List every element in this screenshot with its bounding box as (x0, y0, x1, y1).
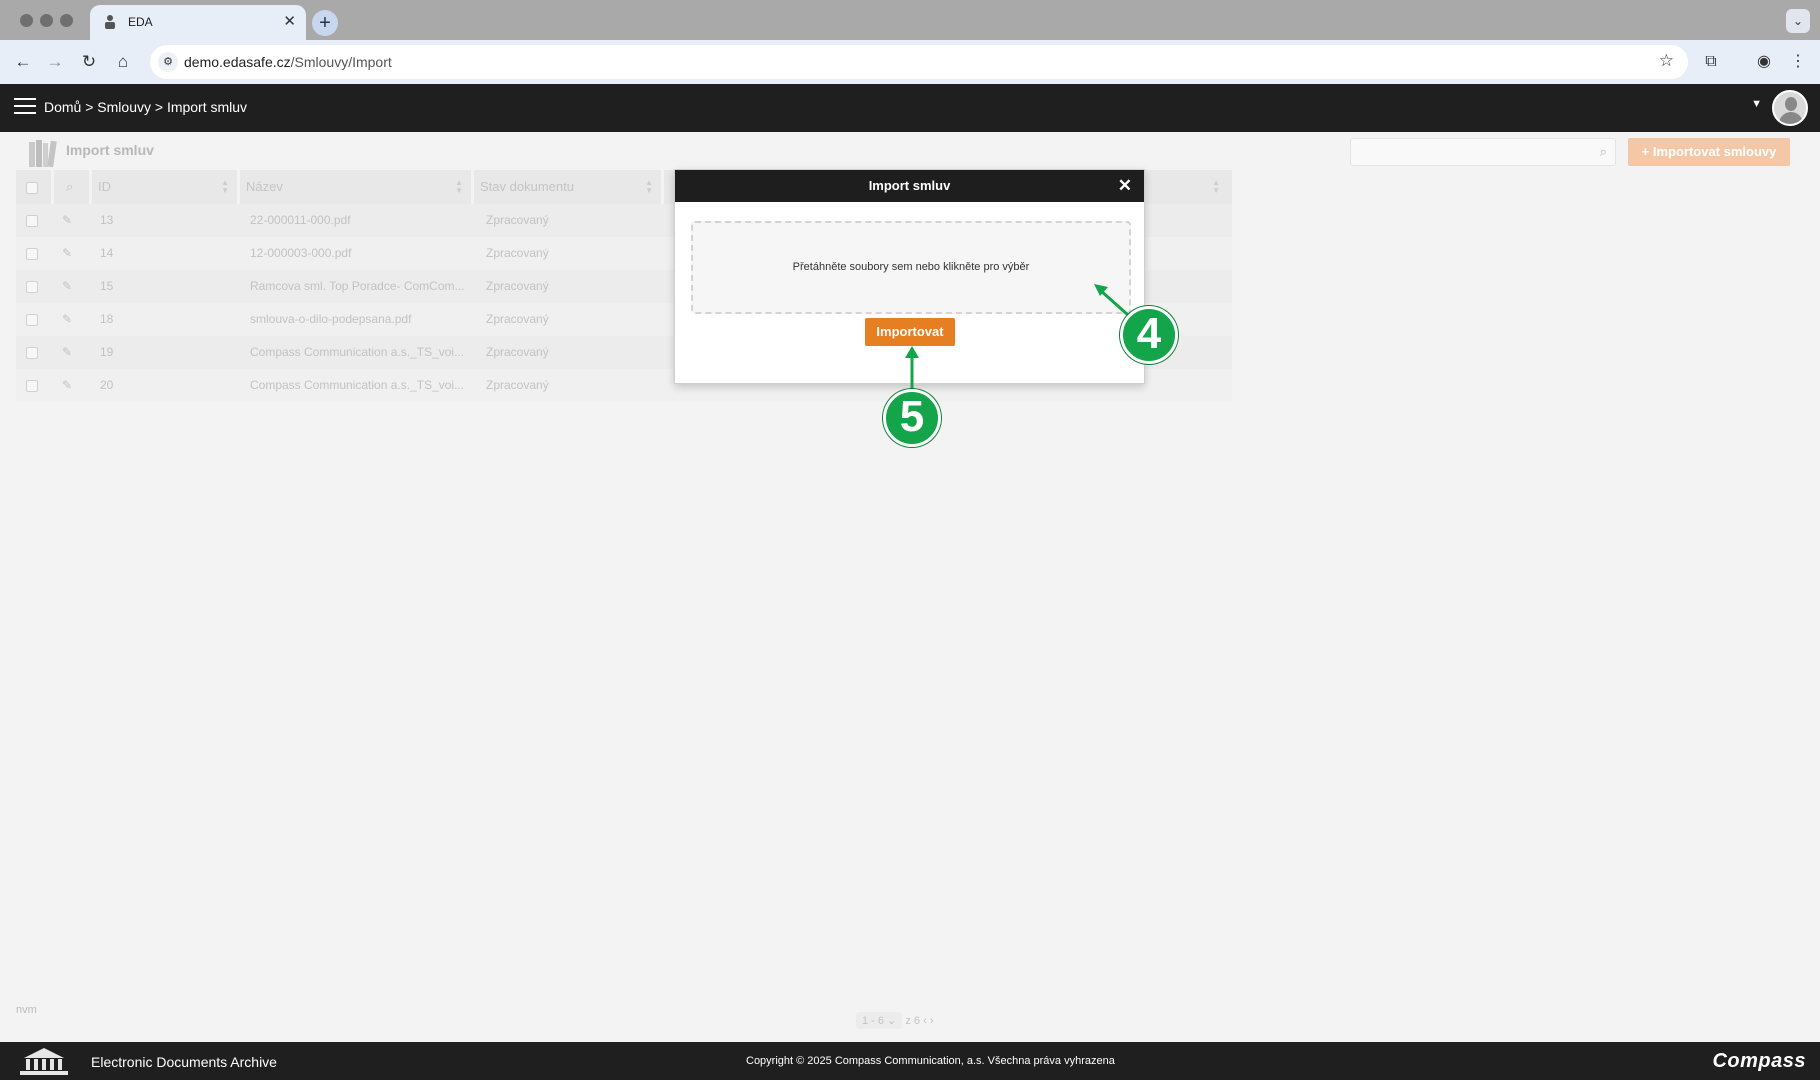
import-button[interactable]: Importovat (865, 318, 955, 346)
import-modal: Import smluv ✕ Přetáhněte soubory sem ne… (674, 169, 1145, 384)
modal-close-icon[interactable]: ✕ (1118, 170, 1132, 202)
step-5-callout: 5 (883, 389, 941, 447)
browser-toolbar: ← → ↻ ⌂ ⚙ demo.edasafe.cz/Smlouvy/Import… (0, 40, 1820, 84)
modal-header: Import smluv ✕ (675, 170, 1144, 202)
forward-arrow-icon[interactable]: → (42, 49, 68, 75)
breadcrumb[interactable]: Domů > Smlouvy > Import smluv (44, 99, 247, 115)
prev-page-chevron-icon[interactable]: ‹ (923, 1015, 927, 1027)
footer-copyright: Copyright © 2025 Compass Communication, … (746, 1055, 1115, 1067)
row-checkbox[interactable] (26, 336, 38, 369)
bookmark-star-icon[interactable]: ☆ (1659, 51, 1674, 71)
next-page-chevron-icon[interactable]: › (930, 1015, 934, 1027)
page-total: z 6 (905, 1015, 921, 1027)
search-input[interactable]: ⌕ (1350, 138, 1616, 166)
file-dropzone[interactable]: Přetáhněte soubory sem nebo klikněte pro… (691, 221, 1131, 314)
extensions-puzzle-icon[interactable]: ⧉ (1697, 48, 1725, 76)
search-icon[interactable]: ⌕ (1600, 144, 1607, 160)
home-icon[interactable]: ⌂ (110, 49, 136, 75)
back-arrow-icon[interactable]: ← (10, 49, 36, 75)
user-avatar[interactable] (1772, 90, 1808, 126)
site-settings-icon[interactable]: ⚙ (158, 52, 178, 72)
row-checkbox[interactable] (26, 303, 38, 336)
row-id: 18 (100, 312, 114, 326)
reload-icon[interactable]: ↻ (76, 49, 102, 75)
row-id: 13 (100, 213, 114, 227)
import-contracts-button[interactable]: + Importovat smlouvy (1628, 138, 1790, 166)
tab-close-icon[interactable]: ✕ (283, 12, 296, 30)
row-name: smlouva-o-dilo-podepsana.pdf (250, 312, 412, 326)
row-id: 19 (100, 345, 114, 359)
hamburger-menu-icon[interactable] (14, 98, 36, 116)
row-name: 22-000011-000.pdf (250, 213, 351, 227)
address-url[interactable]: demo.edasafe.cz/Smlouvy/Import (184, 54, 392, 70)
tab-list-chevron-icon[interactable]: ⌄ (1786, 9, 1810, 33)
browser-menu-icon[interactable]: ⋮ (1784, 48, 1812, 76)
row-checkbox[interactable] (26, 237, 38, 270)
edit-pencil-icon[interactable]: ✎ (62, 303, 72, 336)
modal-title: Import smluv (868, 178, 951, 193)
row-status: Zpracovaný (486, 279, 549, 293)
window-minimize-dot[interactable] (40, 14, 53, 27)
url-path: /Smlouvy/Import (290, 54, 392, 70)
footer-note: nvm (16, 1004, 37, 1016)
page-title: Import smluv (66, 142, 154, 158)
edit-pencil-icon[interactable]: ✎ (62, 336, 72, 369)
column-header-name[interactable]: Název ▲ ▼ (240, 170, 474, 204)
row-name: Compass Communication a.s._TS_voi... (250, 378, 465, 392)
new-tab-button[interactable]: + (312, 10, 338, 36)
browser-tab-bar: EDA ✕ + ⌄ (0, 0, 1820, 40)
footer-app-name: Electronic Documents Archive (91, 1054, 277, 1070)
pagination: 1 - 6 ⌄ z 6 ‹ › (856, 1012, 934, 1029)
row-checkbox[interactable] (26, 204, 38, 237)
row-checkbox[interactable] (26, 369, 38, 402)
edit-pencil-icon[interactable]: ✎ (62, 270, 72, 303)
user-menu-caret-icon[interactable]: ▼ (1751, 98, 1762, 110)
tab-title: EDA (128, 15, 153, 29)
column-header-id[interactable]: ID ▲ ▼ (92, 170, 240, 204)
profile-icon[interactable]: ◉ (1750, 48, 1778, 76)
row-status: Zpracovaný (486, 213, 549, 227)
edit-pencil-icon[interactable]: ✎ (62, 204, 72, 237)
row-name: Ramcova sml. Top Poradce- ComCom... (250, 279, 465, 293)
compass-brand-logo: Compass (1712, 1050, 1806, 1072)
app-footer: Electronic Documents Archive Copyright ©… (0, 1042, 1820, 1080)
url-domain: demo.edasafe.cz (184, 54, 291, 70)
row-status: Zpracovaný (486, 378, 549, 392)
archive-building-logo-icon (20, 1048, 68, 1075)
row-id: 14 (100, 246, 114, 260)
select-all-checkbox[interactable] (16, 170, 54, 204)
browser-tab[interactable]: EDA ✕ (90, 5, 306, 40)
row-id: 15 (100, 279, 114, 293)
address-bar[interactable]: ⚙ demo.edasafe.cz/Smlouvy/Import ☆ (150, 45, 1688, 79)
header-search-icon[interactable]: ⌕ (54, 170, 92, 204)
archive-books-icon (29, 140, 57, 168)
window-close-dot[interactable] (20, 14, 33, 27)
step-4-callout: 4 (1120, 306, 1178, 364)
app-header: Domů > Smlouvy > Import smluv ▼ (0, 84, 1820, 132)
column-header-status[interactable]: Stav dokumentu ▲ ▼ (474, 170, 664, 204)
edit-pencil-icon[interactable]: ✎ (62, 237, 72, 270)
row-status: Zpracovaný (486, 345, 549, 359)
eda-favicon-icon (105, 15, 115, 29)
row-status: Zpracovaný (486, 312, 549, 326)
row-status: Zpracovaný (486, 246, 549, 260)
row-name: 12-000003-000.pdf (250, 246, 352, 260)
row-checkbox[interactable] (26, 270, 38, 303)
edit-pencil-icon[interactable]: ✎ (62, 369, 72, 402)
window-zoom-dot[interactable] (60, 14, 73, 27)
page-range-select[interactable]: 1 - 6 ⌄ (856, 1012, 903, 1029)
row-id: 20 (100, 378, 114, 392)
row-name: Compass Communication a.s._TS_voi... (250, 345, 465, 359)
